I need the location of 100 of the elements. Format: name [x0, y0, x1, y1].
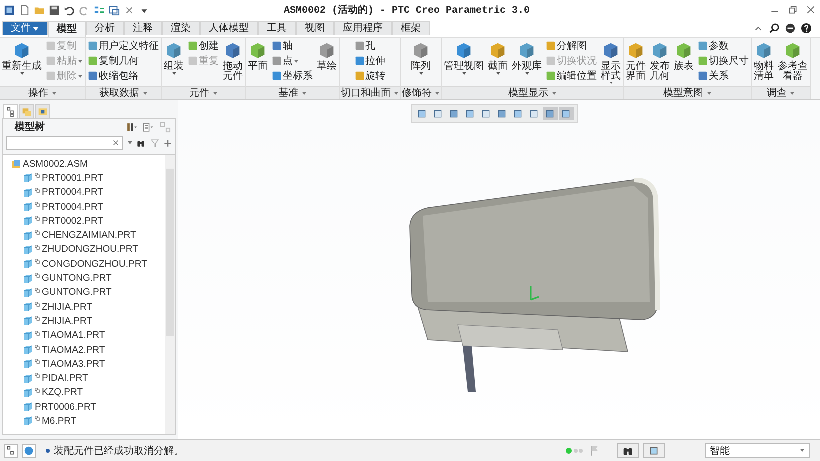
tree-item[interactable]: TIAOMA3.PRT: [11, 357, 106, 372]
tree-item[interactable]: PRT0004.PRT: [11, 186, 104, 200]
ribbon-tab[interactable]: 人体模型: [200, 21, 258, 35]
ribbon-button[interactable]: 切换尺寸: [697, 54, 750, 68]
tree-item[interactable]: ZHIJIA.PRT: [11, 300, 92, 314]
scrollbar[interactable]: [165, 155, 175, 434]
group-label[interactable]: 模型显示: [442, 86, 623, 99]
ribbon-button[interactable]: 参数: [697, 39, 750, 53]
toolbar-button[interactable]: [542, 107, 558, 120]
tree-item[interactable]: TIAOMA1.PRT: [11, 328, 106, 343]
tree-item[interactable]: PRT0001.PRT: [11, 171, 104, 186]
ribbon-tab[interactable]: 视图: [296, 21, 334, 35]
help-icon[interactable]: [801, 23, 812, 34]
tree-item[interactable]: CONGDONGZHOU.PRT: [11, 257, 148, 272]
browser-toggle-button[interactable]: [22, 444, 36, 458]
ribbon-button[interactable]: 发布几何: [649, 39, 671, 85]
ribbon-tab[interactable]: 注释: [124, 21, 162, 35]
tree-item[interactable]: ASM0002.ASM: [11, 157, 88, 172]
selection-button[interactable]: [643, 443, 665, 458]
ribbon-button[interactable]: 孔: [354, 39, 386, 53]
ribbon-button[interactable]: 显示样式: [600, 39, 622, 85]
link-icon: [35, 330, 40, 336]
app-icon[interactable]: [4, 4, 15, 16]
ribbon-button[interactable]: 截面: [487, 39, 509, 85]
group-label[interactable]: 切口和曲面: [340, 86, 400, 99]
ribbon-button[interactable]: 拉伸: [354, 54, 386, 68]
ribbon-tab[interactable]: 框架: [392, 21, 430, 35]
part-icon: [23, 316, 33, 326]
tree-item[interactable]: GUNTONG.PRT: [11, 271, 112, 286]
group-label[interactable]: 调查: [752, 86, 810, 99]
search-field[interactable]: [6, 136, 123, 150]
ribbon-button[interactable]: 创建: [187, 39, 220, 53]
undo-icon[interactable]: [64, 4, 75, 16]
tree-item[interactable]: CHENGZAIMIAN.PRT: [11, 228, 136, 243]
hammer-icon[interactable]: [126, 122, 137, 132]
list-icon[interactable]: [143, 122, 154, 132]
ribbon-button[interactable]: 管理视图: [443, 39, 485, 85]
flag-icon: [590, 445, 599, 456]
tree-item[interactable]: M6.PRT: [11, 414, 77, 429]
search-icon[interactable]: [769, 23, 780, 34]
close-icon[interactable]: [806, 5, 816, 15]
ribbon-button[interactable]: 旋转: [354, 69, 386, 83]
group-label[interactable]: 基准: [246, 86, 339, 99]
ribbon-button[interactable]: 复制几何: [87, 54, 160, 68]
ribbon-button[interactable]: 轴: [271, 39, 314, 53]
tree-item[interactable]: TIAOMA2.PRT: [11, 342, 106, 358]
group-label[interactable]: 修饰符: [401, 86, 441, 99]
group-label[interactable]: 模型意图: [624, 86, 751, 99]
ribbon-tab[interactable]: 渲染: [162, 21, 200, 35]
new-file-icon[interactable]: [19, 4, 30, 16]
tree-item[interactable]: ZHUDONGZHOU.PRT: [11, 242, 138, 258]
group-label[interactable]: 获取数据: [86, 86, 161, 99]
plus-icon[interactable]: [164, 138, 172, 148]
group-label[interactable]: 元件: [162, 86, 245, 99]
ribbon-button[interactable]: 关系: [697, 69, 750, 83]
ribbon-tab[interactable]: 文件: [2, 21, 48, 35]
ribbon-button[interactable]: 分解图: [545, 39, 598, 53]
ribbon-button[interactable]: 用户定义特征: [87, 39, 160, 53]
ribbon-button[interactable]: 坐标系: [271, 69, 314, 83]
caret-icon[interactable]: [128, 141, 132, 145]
ribbon-button[interactable]: 收缩包络: [87, 69, 160, 83]
window-icon[interactable]: [109, 4, 120, 16]
clear-icon[interactable]: [113, 140, 119, 146]
filter-dropdown[interactable]: 智能: [705, 443, 810, 458]
ribbon-tab[interactable]: 分析: [86, 21, 124, 35]
toolbar-button[interactable]: [558, 107, 574, 120]
ribbon-button[interactable]: 平面: [247, 39, 269, 85]
tree-item[interactable]: PRT0004.PRT: [11, 200, 104, 214]
tree-toggle-button[interactable]: [4, 444, 18, 458]
tree-item[interactable]: PRT0002.PRT: [11, 214, 104, 228]
ribbon-button[interactable]: 草绘: [316, 39, 338, 85]
tree-item[interactable]: PIDAI.PRT: [11, 371, 88, 386]
ribbon-button[interactable]: 外观库: [511, 39, 543, 85]
ribbon-button[interactable]: 拖动元件: [222, 39, 244, 85]
close-window-icon[interactable]: [124, 4, 135, 16]
ribbon-button[interactable]: 重新生成: [1, 39, 43, 85]
ribbon-button[interactable]: 编辑位置: [545, 69, 598, 83]
ribbon-button[interactable]: 组装: [163, 39, 185, 85]
redo-icon[interactable]: [79, 4, 90, 16]
ribbon-button[interactable]: 点: [271, 54, 314, 68]
save-icon[interactable]: [49, 4, 60, 16]
ribbon-button[interactable]: 物料清单: [753, 39, 775, 85]
ribbon-tab[interactable]: 工具: [258, 21, 296, 35]
tree-item[interactable]: KZQ.PRT: [11, 386, 83, 400]
tree-item[interactable]: GUNTONG.PRT: [11, 286, 112, 300]
group-label[interactable]: 操作: [0, 86, 85, 99]
restore-icon[interactable]: [788, 5, 798, 15]
ribbon-button[interactable]: 元件界面: [625, 39, 647, 85]
tree-tab[interactable]: [3, 104, 18, 118]
tree-item[interactable]: ZHIJIA.PRT: [11, 314, 92, 329]
ribbon-tab[interactable]: 模型: [48, 21, 86, 37]
ribbon-button[interactable]: 阵列: [410, 39, 432, 85]
square-icon: [272, 71, 282, 81]
find-button[interactable]: [617, 443, 639, 458]
square-icon: [46, 56, 56, 66]
tree-item[interactable]: PRT0006.PRT: [11, 400, 96, 414]
folder-tab[interactable]: [35, 104, 50, 118]
ribbon-tab[interactable]: 应用程序: [334, 21, 392, 35]
ribbon-button[interactable]: 族表: [673, 39, 695, 85]
ribbon-button[interactable]: 参考查看器: [777, 39, 809, 85]
